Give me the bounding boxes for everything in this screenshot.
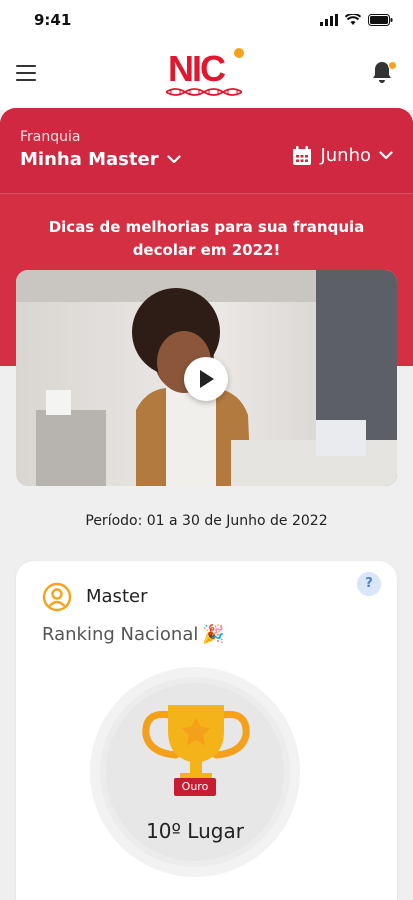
franchise-dropdown[interactable]: Minha Master	[20, 149, 181, 170]
notification-bell-icon[interactable]	[371, 60, 397, 86]
card-title: Master	[86, 586, 148, 607]
tips-heading: Dicas de melhorias para sua franquia dec…	[48, 218, 365, 259]
chevron-down-icon	[379, 151, 393, 160]
play-button[interactable]	[184, 357, 228, 401]
app-header: NIC	[0, 44, 413, 110]
user-circle-icon	[42, 582, 72, 612]
status-bar: 9:41	[0, 0, 413, 44]
month-dropdown[interactable]: Junho	[292, 145, 393, 166]
status-time: 9:41	[34, 11, 72, 29]
notification-dot	[388, 61, 397, 70]
calendar-icon	[293, 145, 312, 165]
tier-badge: Ouro	[174, 778, 216, 796]
wifi-icon	[345, 14, 361, 25]
menu-icon[interactable]	[16, 65, 38, 81]
month-value: Junho	[320, 145, 371, 166]
party-icon: 🎉	[202, 624, 225, 645]
rank-place: 10º Lugar	[146, 819, 244, 843]
logo-dot	[234, 48, 244, 58]
franchise-value: Minha Master	[20, 149, 159, 170]
ranking-label: Ranking Nacional	[42, 624, 199, 645]
filter-bar: Franquia Minha Master Junho	[0, 108, 413, 194]
dna-icon	[166, 88, 242, 96]
period-text: Período: 01 a 30 de Junho de 2022	[85, 513, 328, 529]
help-icon[interactable]: ?	[357, 572, 381, 596]
franchise-label: Franquia	[20, 129, 81, 145]
signal-icon	[320, 14, 338, 26]
chevron-down-icon	[166, 155, 181, 164]
ranking-card: Master ? Ranking Nacional 🎉 Ouro 10º Lug…	[16, 561, 397, 900]
logo-text: NIC	[168, 48, 226, 89]
nic-logo: NIC	[164, 48, 254, 102]
status-icons	[320, 14, 393, 26]
battery-icon	[368, 14, 393, 26]
play-icon	[200, 370, 214, 388]
ranking-subtitle: Ranking Nacional 🎉	[42, 624, 225, 645]
